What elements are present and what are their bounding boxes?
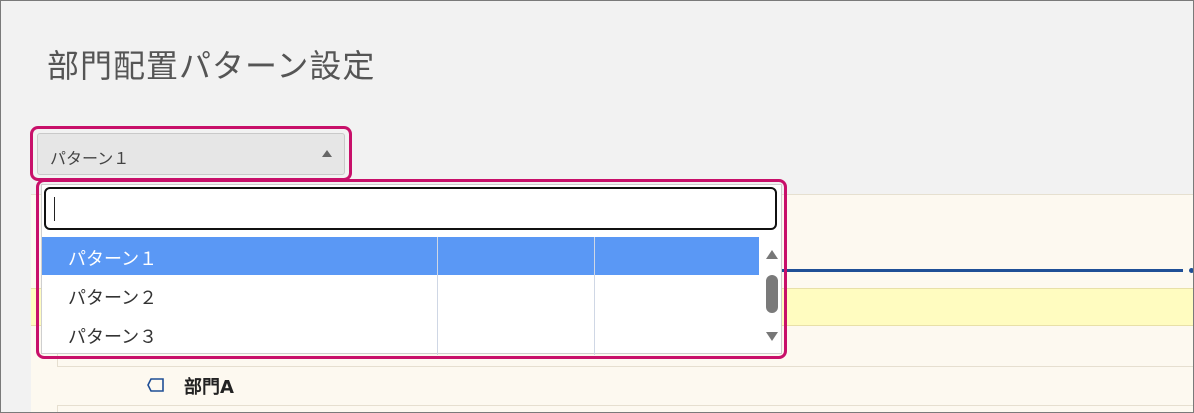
column-divider: [437, 237, 438, 355]
list-item-pattern-2[interactable]: パターン２: [42, 276, 759, 314]
list-item-label: パターン２: [68, 288, 158, 309]
pattern-select-value: パターン１: [50, 149, 130, 168]
dropdown-search-input[interactable]: [44, 187, 777, 230]
app-window: 部門配置パターン設定 部門A パターン１ パターン１ パターン２ パターン３: [0, 0, 1194, 413]
department-label[interactable]: 部門A: [184, 373, 234, 399]
scroll-down-icon[interactable]: [766, 332, 778, 341]
page-title: 部門配置パターン設定: [47, 47, 376, 85]
pattern-dropdown: パターン１ パターン２ パターン３: [41, 184, 782, 355]
list-item-pattern-3[interactable]: パターン３: [42, 315, 759, 353]
list-item-pattern-1[interactable]: パターン１: [42, 237, 759, 275]
column-divider: [594, 237, 595, 355]
pattern-select[interactable]: パターン１: [37, 133, 345, 175]
triangle-up-icon: [322, 150, 332, 157]
list-item-label: パターン１: [68, 249, 158, 270]
list-item-label: パターン３: [68, 327, 158, 348]
scroll-up-icon[interactable]: [766, 250, 778, 259]
pattern-list: パターン１ パターン２ パターン３: [42, 237, 759, 355]
scroll-thumb[interactable]: [766, 275, 778, 313]
text-caret: [54, 197, 55, 221]
department-tag-icon: [147, 378, 164, 392]
accent-line-end: [1189, 268, 1193, 273]
accent-line: [751, 269, 1183, 272]
